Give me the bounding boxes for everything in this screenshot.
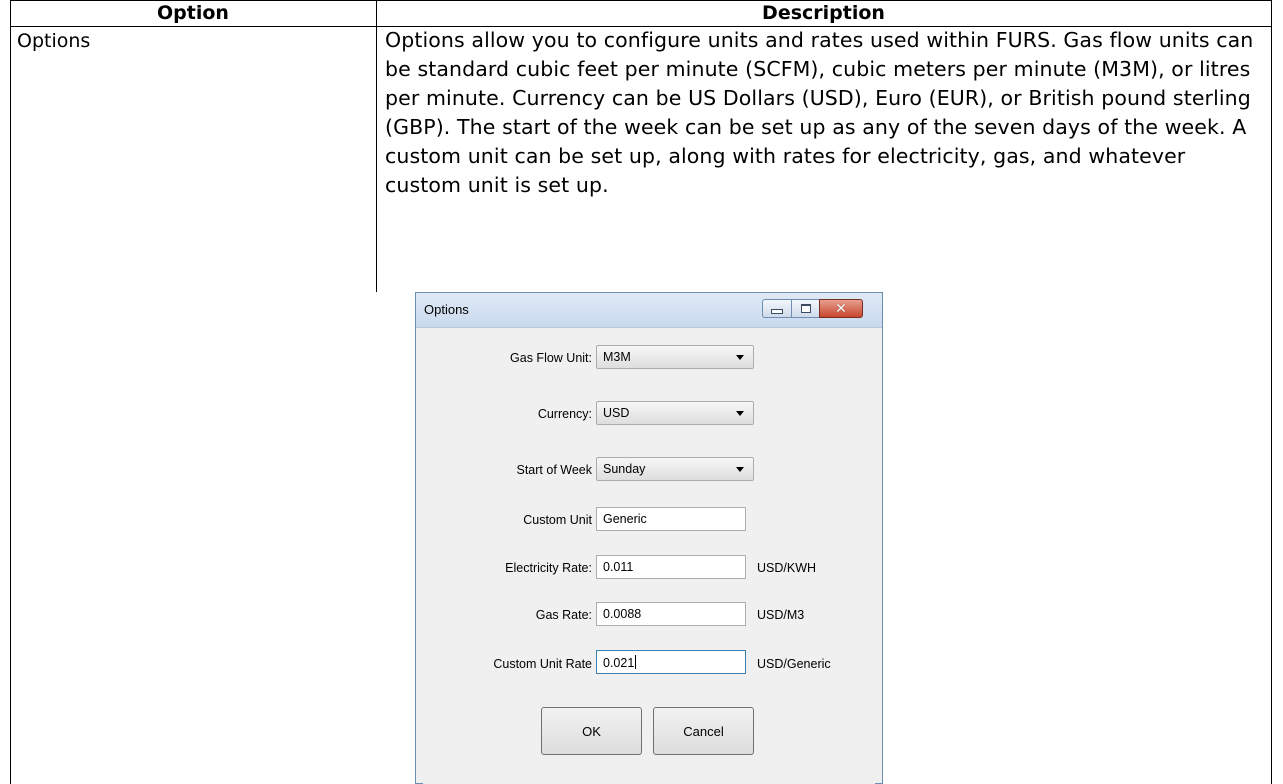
electricity-rate-label: Electricity Rate: bbox=[505, 561, 592, 575]
cancel-button[interactable]: Cancel bbox=[653, 707, 754, 755]
options-dialog: Options ✕ Gas Flow Unit: M3M Currency: U… bbox=[415, 292, 883, 784]
gas-flow-unit-value: M3M bbox=[603, 350, 631, 364]
text-caret bbox=[635, 655, 637, 669]
start-of-week-select[interactable]: Sunday bbox=[596, 457, 754, 481]
gas-flow-unit-select[interactable]: M3M bbox=[596, 345, 754, 369]
column-header-description: Description bbox=[377, 0, 1270, 26]
start-of-week-value: Sunday bbox=[603, 462, 646, 476]
gas-flow-unit-label: Gas Flow Unit: bbox=[510, 351, 592, 365]
dialog-title: Options bbox=[424, 302, 469, 317]
custom-unit-rate-value: 0.021 bbox=[603, 656, 635, 670]
option-cell: Options bbox=[17, 30, 91, 52]
custom-unit-rate-input[interactable]: 0.021 bbox=[596, 650, 746, 674]
close-icon: ✕ bbox=[835, 300, 847, 317]
column-header-option: Option bbox=[10, 0, 376, 26]
dialog-client-area: Gas Flow Unit: M3M Currency: USD Start o… bbox=[423, 328, 875, 784]
currency-value: USD bbox=[603, 406, 630, 420]
custom-unit-input[interactable]: Generic bbox=[596, 507, 746, 531]
minimize-button[interactable] bbox=[762, 299, 792, 318]
table-right-border bbox=[1271, 0, 1272, 784]
electricity-rate-unit: USD/KWH bbox=[757, 561, 817, 575]
maximize-icon bbox=[800, 304, 811, 313]
column-divider bbox=[376, 0, 377, 292]
chevron-down-icon bbox=[736, 411, 744, 416]
custom-unit-rate-text: 0.021 bbox=[603, 655, 637, 670]
minimize-icon bbox=[771, 309, 783, 314]
table-left-border bbox=[10, 0, 11, 784]
gas-rate-label: Gas Rate: bbox=[535, 608, 592, 622]
custom-unit-label: Custom Unit bbox=[523, 513, 592, 527]
close-button[interactable]: ✕ bbox=[819, 299, 863, 318]
chevron-down-icon bbox=[736, 467, 744, 472]
electricity-rate-value: 0.011 bbox=[603, 560, 634, 574]
start-of-week-label: Start of Week bbox=[516, 463, 593, 477]
dialog-titlebar[interactable]: Options ✕ bbox=[416, 293, 882, 328]
table-top-border bbox=[10, 0, 1272, 1]
chevron-down-icon bbox=[736, 355, 744, 360]
currency-select[interactable]: USD bbox=[596, 401, 754, 425]
ok-button[interactable]: OK bbox=[541, 707, 642, 755]
gas-rate-unit: USD/M3 bbox=[757, 608, 805, 622]
gas-rate-input[interactable]: 0.0088 bbox=[596, 602, 746, 626]
electricity-rate-input[interactable]: 0.011 bbox=[596, 555, 746, 579]
gas-rate-value: 0.0088 bbox=[603, 607, 642, 621]
description-cell: Options allow you to configure units and… bbox=[385, 28, 1254, 197]
custom-unit-rate-label: Custom Unit Rate bbox=[493, 657, 592, 671]
maximize-button[interactable] bbox=[791, 299, 820, 318]
custom-unit-value: Generic bbox=[603, 512, 647, 526]
currency-label: Currency: bbox=[537, 407, 592, 421]
custom-unit-rate-unit: USD/Generic bbox=[757, 657, 831, 671]
